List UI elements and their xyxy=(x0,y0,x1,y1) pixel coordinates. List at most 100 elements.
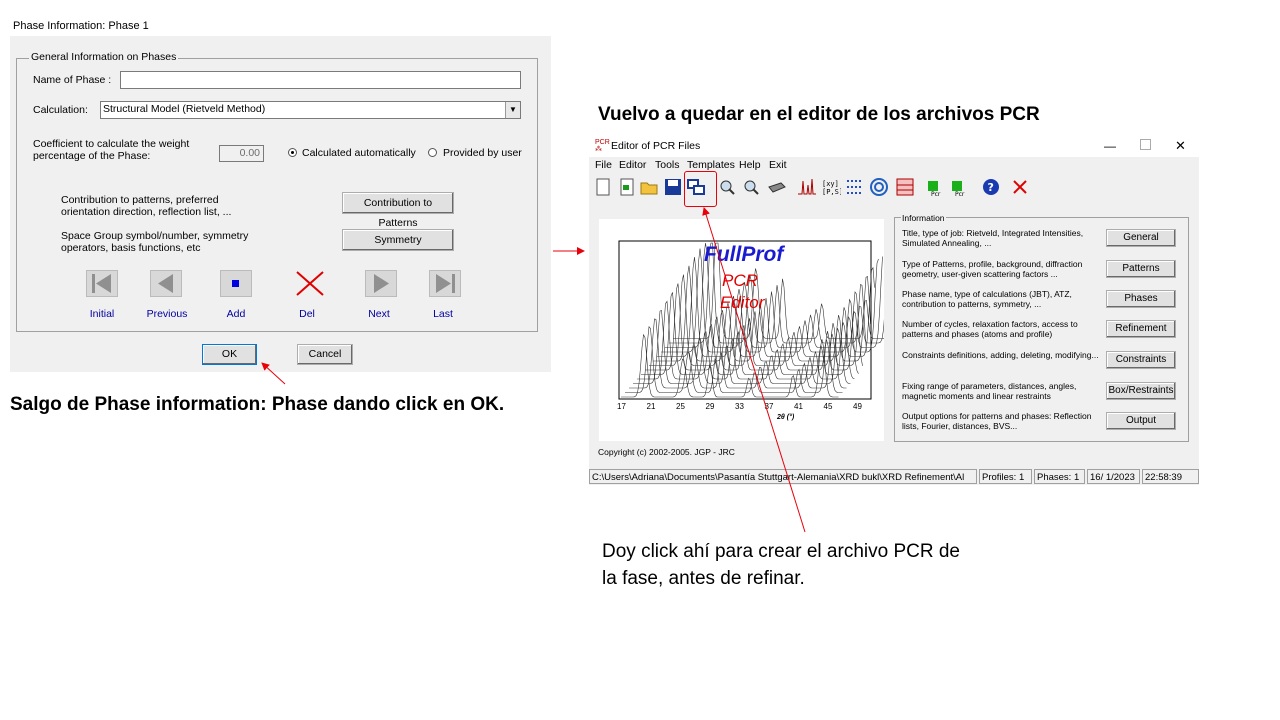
coefficient-label-2: percentage of the Phase: xyxy=(33,150,151,162)
symmetry-button[interactable]: Symmetry xyxy=(342,229,454,251)
status-path: C:\Users\Adriana\Documents\Pasantía Stut… xyxy=(589,469,977,484)
contribution-text-1: Contribution to patterns, preferred xyxy=(61,194,219,206)
new-file-icon[interactable] xyxy=(593,177,613,197)
copyright-text: Copyright (c) 2002-2005. JGP - JRC xyxy=(598,447,735,457)
print-icon[interactable] xyxy=(767,177,787,197)
x-tick-label: 29 xyxy=(705,402,715,411)
database-icon[interactable] xyxy=(895,177,915,197)
import-icon[interactable] xyxy=(617,177,637,197)
nav-label-next: Next xyxy=(368,308,390,320)
radio-auto-label: Calculated automatically xyxy=(302,147,416,159)
pcr-titlebar: PCR ⁂ Editor of PCR Files — ✕ xyxy=(589,135,1199,157)
info-text-4: Constraints definitions, adding, deletin… xyxy=(902,350,1099,360)
info-button-general[interactable]: General xyxy=(1106,229,1176,247)
next-icon xyxy=(374,274,389,293)
editor-label: Editor xyxy=(720,293,765,312)
ins-to-pcr-icon[interactable]: Pcr xyxy=(949,177,969,197)
minimize-icon[interactable]: — xyxy=(1104,135,1116,157)
last-icon xyxy=(436,274,455,293)
pcr-title: Editor of PCR Files xyxy=(611,140,701,152)
fourier-icon[interactable] xyxy=(869,177,889,197)
left-caption: Salgo de Phase information: Phase dando … xyxy=(10,394,505,415)
x-axis-label: 2θ (°) xyxy=(777,414,795,421)
structure-icon[interactable]: [xy][P,S] xyxy=(821,177,841,197)
x-tick-label: 45 xyxy=(823,402,833,411)
maximize-icon[interactable] xyxy=(1140,139,1151,150)
svg-text:[xy]: [xy] xyxy=(822,180,839,188)
name-of-phase-input[interactable] xyxy=(120,71,521,89)
coefficient-field: 0.00 xyxy=(219,145,264,162)
radio-provided-by-user[interactable] xyxy=(428,148,437,157)
save-icon[interactable] xyxy=(663,177,683,197)
ok-button[interactable]: OK xyxy=(202,344,257,365)
add-button[interactable] xyxy=(220,270,252,297)
view-pcr-icon[interactable] xyxy=(717,177,737,197)
cancel-button[interactable]: Cancel xyxy=(297,344,353,365)
dialog-title: Phase Information: Phase 1 xyxy=(10,16,551,36)
menu-templates[interactable]: Templates xyxy=(687,159,735,171)
info-button-refinement[interactable]: Refinement xyxy=(1106,320,1176,338)
view-out-icon[interactable] xyxy=(741,177,761,197)
calculation-value: Structural Model (Rietveld Method) xyxy=(103,103,266,115)
info-text-3: Number of cycles, relaxation factors, ac… xyxy=(902,319,1078,339)
highlight-box xyxy=(684,171,717,207)
x-tick-label: 37 xyxy=(764,402,774,411)
info-text-5: Fixing range of parameters, distances, a… xyxy=(902,381,1077,401)
menu-exit[interactable]: Exit xyxy=(769,159,787,171)
calculation-label: Calculation: xyxy=(33,104,88,116)
info-button-constraints[interactable]: Constraints xyxy=(1106,351,1176,369)
menu-file[interactable]: File xyxy=(595,159,612,171)
initial-button[interactable] xyxy=(86,270,118,297)
nav-label-initial: Initial xyxy=(89,308,115,320)
first-icon xyxy=(92,274,111,293)
next-button[interactable] xyxy=(365,270,397,297)
coefficient-label-1: Coefficient to calculate the weight xyxy=(33,138,190,150)
info-button-patterns[interactable]: Patterns xyxy=(1106,260,1176,278)
name-of-phase-label: Name of Phase : xyxy=(33,74,112,86)
close-icon[interactable]: ✕ xyxy=(1175,135,1186,157)
phase-information-dialog: Phase Information: Phase 1 General Infor… xyxy=(10,16,551,372)
status-profiles: Profiles: 1 xyxy=(979,469,1032,484)
info-button-output[interactable]: Output xyxy=(1106,412,1176,430)
menu-editor[interactable]: Editor xyxy=(619,159,646,171)
exit-x-icon[interactable] xyxy=(1010,177,1030,197)
pattern-icon[interactable] xyxy=(797,177,817,197)
help-icon[interactable]: ? xyxy=(981,177,1001,197)
calculation-select[interactable]: Structural Model (Rietveld Method) ▼ xyxy=(100,101,521,119)
previous-button[interactable] xyxy=(150,270,182,297)
delete-button[interactable] xyxy=(294,270,326,297)
pcr-editor-window: PCR ⁂ Editor of PCR Files — ✕ File Editor… xyxy=(589,135,1199,485)
status-date: 16/ 1/2023 xyxy=(1087,469,1140,484)
cif-to-pcr-icon[interactable]: Pcr xyxy=(925,177,945,197)
radio-calculated-automatically[interactable] xyxy=(288,148,297,157)
app-icon: PCR ⁂ xyxy=(595,139,610,153)
reflections-icon[interactable] xyxy=(845,177,865,197)
open-folder-icon[interactable] xyxy=(639,177,659,197)
space-group-text-1: Space Group symbol/number, symmetry xyxy=(61,230,249,242)
waterfall-trace xyxy=(633,309,851,384)
menu-help[interactable]: Help xyxy=(739,159,761,171)
info-text-2: Phase name, type of calculations (JBT), … xyxy=(902,289,1072,309)
note-line-2: la fase, antes de refinar. xyxy=(602,568,805,589)
info-button-phases[interactable]: Phases xyxy=(1106,290,1176,308)
x-tick-label: 41 xyxy=(794,402,803,411)
information-title: Information xyxy=(901,213,946,223)
svg-text:Pcr: Pcr xyxy=(955,191,965,197)
delete-x-icon xyxy=(296,271,324,296)
info-button-box-restraints[interactable]: Box/Restraints xyxy=(1106,382,1176,400)
add-icon xyxy=(232,280,239,287)
note-line-1: Doy click ahí para crear el archivo PCR … xyxy=(602,541,960,562)
menu-tools[interactable]: Tools xyxy=(655,159,680,171)
chevron-down-icon[interactable]: ▼ xyxy=(505,102,520,118)
radio-user-label: Provided by user xyxy=(443,147,522,159)
space-group-text-2: operators, basis functions, etc xyxy=(61,242,201,254)
contribution-to-patterns-button[interactable]: Contribution to Patterns xyxy=(342,192,454,229)
svg-text:?: ? xyxy=(988,181,994,194)
info-text-6: Output options for patterns and phases: … xyxy=(902,411,1092,431)
status-phases: Phases: 1 xyxy=(1034,469,1085,484)
last-button[interactable] xyxy=(429,270,461,297)
right-caption: Vuelvo a quedar en el editor de los arch… xyxy=(598,104,1040,125)
x-tick-label: 49 xyxy=(853,402,862,411)
information-panel: Information Title, type of job: Rietveld… xyxy=(894,213,1189,442)
info-text-0: Title, type of job: Rietveld, Integrated… xyxy=(902,228,1084,248)
